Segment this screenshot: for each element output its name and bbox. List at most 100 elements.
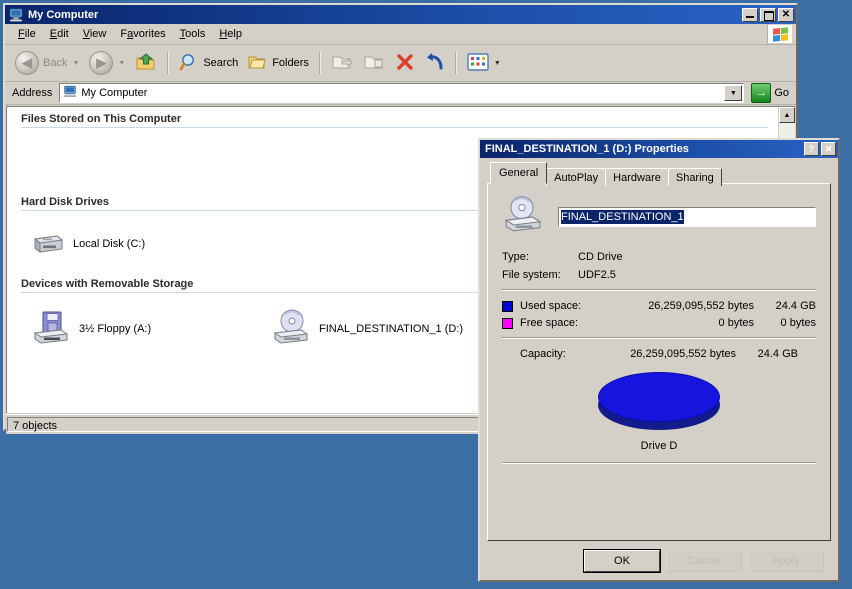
properties-title: FINAL_DESTINATION_1 (D:) Properties	[485, 143, 689, 155]
address-input[interactable]: My Computer ▼	[59, 83, 745, 103]
address-my-computer-icon	[63, 85, 77, 101]
floppy-drive-icon	[31, 309, 71, 348]
drive-item-local-disk-c[interactable]: Local Disk (C:)	[31, 227, 271, 260]
forward-arrow-icon: ▶	[89, 51, 114, 75]
explorer-titlebar[interactable]: My Computer ✕	[5, 5, 796, 24]
menu-edit[interactable]: Edit	[43, 26, 76, 42]
folders-button[interactable]: Folders	[244, 51, 313, 76]
explorer-addressbar: Address My Computer ▼ → Go	[5, 82, 796, 105]
info-row-filesystem: File system: UDF2.5	[502, 269, 816, 281]
ok-button[interactable]: OK	[583, 549, 661, 573]
divider-2	[502, 337, 816, 339]
delete-button[interactable]	[391, 50, 419, 77]
volume-label-value: FINAL_DESTINATION_1	[561, 209, 684, 224]
close-button[interactable]: ✕	[778, 7, 794, 22]
pie-top-used-slice	[598, 372, 720, 422]
toolbar-separator-3	[454, 52, 457, 74]
tab-hardware[interactable]: Hardware	[605, 168, 669, 186]
divider-3	[502, 462, 816, 464]
explorer-menubar: File Edit View Favorites Tools Help	[5, 24, 796, 45]
tab-general[interactable]: General	[490, 162, 548, 184]
scroll-up-icon[interactable]: ▲	[779, 107, 795, 123]
views-button[interactable]: ▼	[463, 51, 505, 76]
forward-button[interactable]: ▶ ▼	[85, 49, 129, 77]
free-space-swatch	[502, 317, 513, 329]
free-space-bytes: 0 bytes	[718, 317, 754, 329]
copy-to-icon	[363, 52, 385, 75]
forward-dropdown-icon[interactable]: ▼	[118, 60, 125, 67]
info-key: Type:	[502, 251, 529, 263]
menu-favorites[interactable]: Favorites	[113, 26, 172, 42]
explorer-toolbar: ◀ Back ▼ ▶ ▼ Search Folders ▼	[5, 45, 796, 82]
tab-autoplay[interactable]: AutoPlay	[546, 168, 607, 186]
pie-caption: Drive D	[640, 440, 678, 452]
capacity-label: Capacity:	[520, 348, 566, 360]
delete-x-icon	[395, 52, 415, 75]
address-dropdown-icon[interactable]: ▼	[724, 85, 743, 101]
cd-drive-icon	[502, 196, 544, 237]
back-button[interactable]: ◀ Back ▼	[11, 49, 83, 77]
info-row-type: Type: CD Drive	[502, 251, 816, 263]
copy-to-button	[359, 50, 389, 77]
search-button[interactable]: Search	[175, 50, 242, 77]
maximize-button[interactable]	[760, 7, 776, 22]
menu-view[interactable]: View	[76, 26, 114, 42]
drive-label: Local Disk (C:)	[73, 237, 146, 250]
toolbar-separator-2	[318, 52, 321, 74]
undo-button[interactable]	[421, 50, 449, 77]
group-heading: Files Stored on This Computer	[21, 113, 182, 125]
search-icon	[179, 52, 199, 75]
address-value: My Computer	[81, 87, 148, 99]
search-label: Search	[203, 57, 239, 69]
drive-item-cd-d[interactable]: FINAL_DESTINATION_1 (D:)	[271, 309, 511, 348]
hard-disk-icon	[31, 227, 65, 260]
capacity-gb: 24.4 GB	[757, 348, 798, 360]
folders-label: Folders	[272, 57, 309, 69]
pie-graphic	[598, 372, 720, 434]
divider	[502, 289, 816, 291]
minimize-button[interactable]	[742, 7, 758, 22]
used-space-bytes: 26,259,095,552 bytes	[648, 300, 754, 312]
back-label: Back	[43, 57, 68, 69]
views-icon	[467, 52, 489, 74]
go-arrow-icon: →	[751, 83, 772, 103]
up-button[interactable]	[131, 50, 161, 77]
used-space-swatch	[502, 300, 513, 312]
apply-button[interactable]: Apply	[748, 550, 824, 572]
help-button[interactable]: ?	[804, 142, 819, 156]
used-space-label: Used space:	[520, 300, 582, 312]
back-dropdown-icon[interactable]: ▼	[72, 60, 79, 67]
undo-arrow-icon	[425, 52, 445, 75]
general-tab-panel: FINAL_DESTINATION_1 Type: CD Drive File …	[487, 183, 831, 541]
capacity-row: Capacity: 26,259,095,552 bytes 24.4 GB	[502, 348, 816, 360]
free-space-gb: 0 bytes	[780, 317, 816, 329]
move-to-icon	[331, 52, 353, 75]
used-space-row: Used space: 26,259,095,552 bytes 24.4 GB	[502, 300, 816, 312]
up-folder-icon	[135, 52, 157, 75]
menu-help[interactable]: Help	[212, 26, 249, 42]
info-value: CD Drive	[578, 251, 623, 263]
menu-file[interactable]: File	[11, 26, 43, 42]
drive-label: FINAL_DESTINATION_1 (D:)	[319, 322, 464, 335]
tab-sharing[interactable]: Sharing	[667, 168, 722, 186]
info-key: File system:	[502, 269, 561, 281]
group-divider	[21, 127, 768, 128]
free-space-row: Free space: 0 bytes 0 bytes	[502, 317, 816, 329]
cancel-button[interactable]: Cancel	[666, 550, 742, 572]
windows-flag-icon	[767, 25, 792, 43]
menu-tools[interactable]: Tools	[173, 26, 213, 42]
move-to-button	[327, 50, 357, 77]
volume-row: FINAL_DESTINATION_1	[502, 196, 816, 237]
address-label: Address	[12, 87, 53, 99]
toolbar-separator	[167, 52, 170, 74]
close-button[interactable]: ✕	[821, 142, 836, 156]
go-button[interactable]: → Go	[747, 83, 793, 103]
properties-body: General AutoPlay Hardware Sharing FINAL_…	[480, 158, 838, 573]
my-computer-icon	[8, 8, 24, 22]
properties-titlebar[interactable]: FINAL_DESTINATION_1 (D:) Properties ? ✕	[480, 140, 838, 158]
used-space-gb: 24.4 GB	[775, 300, 816, 312]
back-arrow-icon: ◀	[15, 51, 39, 75]
volume-label-input[interactable]: FINAL_DESTINATION_1	[558, 206, 816, 227]
views-dropdown-icon[interactable]: ▼	[494, 60, 501, 67]
drive-item-floppy-a[interactable]: 3½ Floppy (A:)	[31, 309, 271, 348]
